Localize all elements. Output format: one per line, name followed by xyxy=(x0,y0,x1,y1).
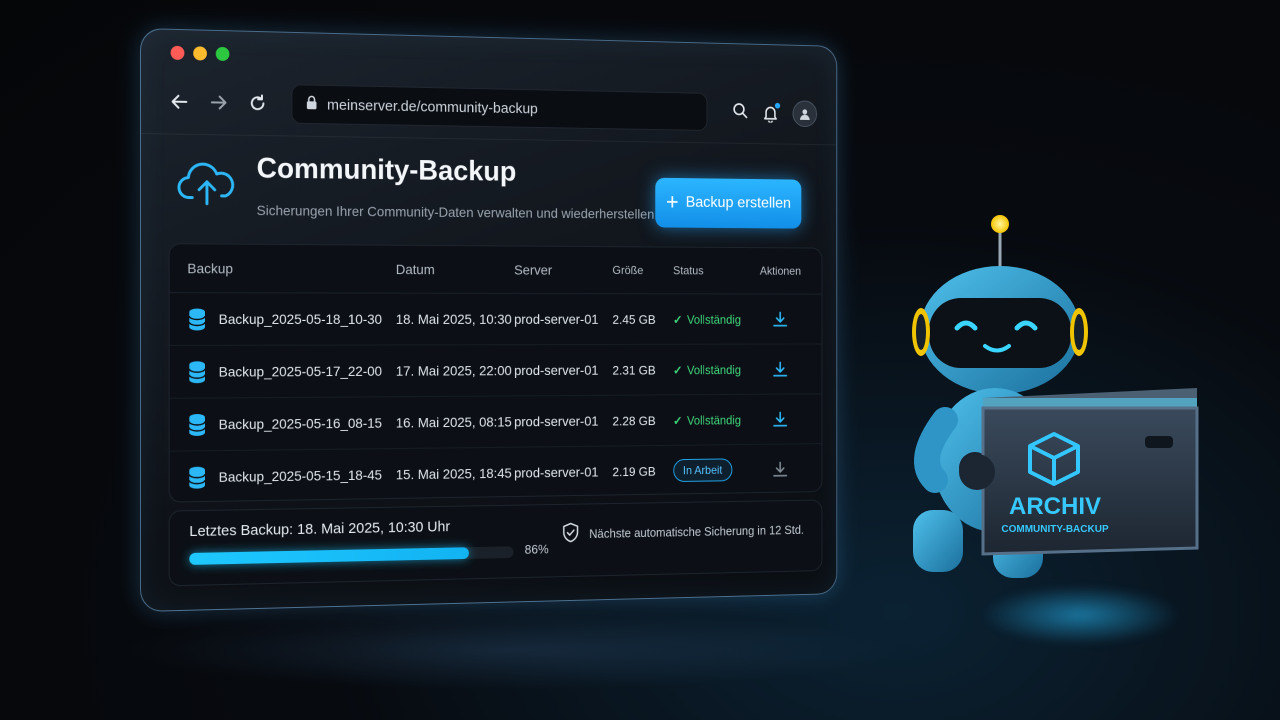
table-row[interactable]: Backup_2025-05-18_10-30 18. Mai 2025, 10… xyxy=(169,293,822,346)
backup-size: 2.28 GB xyxy=(612,413,656,428)
backup-server: prod-server-01 xyxy=(514,362,599,379)
backup-name: Backup_2025-05-17_22-00 xyxy=(218,363,383,380)
user-avatar-icon[interactable] xyxy=(792,100,818,128)
backup-name-cell: Backup_2025-05-17_22-00 xyxy=(187,359,395,384)
lock-icon xyxy=(306,95,318,114)
search-icon[interactable] xyxy=(732,101,748,123)
backup-status: ✓ Vollständig xyxy=(673,362,755,378)
download-button[interactable] xyxy=(755,460,806,478)
backup-date: 15. Mai 2025, 18:45 xyxy=(395,465,512,483)
download-icon xyxy=(773,461,789,478)
backup-server: prod-server-01 xyxy=(514,311,599,327)
download-button[interactable] xyxy=(755,410,806,427)
backup-status: ✓ Vollständig xyxy=(673,311,755,326)
create-backup-label: Backup erstellen xyxy=(685,194,791,212)
last-backup-text: Letztes Backup: 18. Mai 2025, 10:30 Uhr xyxy=(189,518,451,541)
backup-status: ✓ Vollständig xyxy=(673,412,755,428)
table-row[interactable]: Backup_2025-05-15_18-45 15. Mai 2025, 18… xyxy=(170,444,822,503)
status-badge: ✓ Vollständig xyxy=(673,364,741,378)
column-header-backup[interactable]: Backup xyxy=(187,260,395,277)
database-icon xyxy=(187,465,207,489)
backup-status-panel: Letztes Backup: 18. Mai 2025, 10:30 Uhr … xyxy=(168,499,823,587)
backup-date: 17. Mai 2025, 22:00 xyxy=(395,362,512,379)
column-header-status[interactable]: Status xyxy=(673,264,755,278)
table-row[interactable]: Backup_2025-05-16_08-15 16. Mai 2025, 08… xyxy=(169,394,822,452)
maximize-window-button[interactable] xyxy=(215,46,230,62)
backup-server: prod-server-01 xyxy=(514,463,599,481)
check-icon: ✓ xyxy=(673,363,683,378)
progress-bar xyxy=(189,546,514,565)
svg-text:ARCHIV: ARCHIV xyxy=(1009,493,1101,520)
backup-server: prod-server-01 xyxy=(514,413,599,430)
floor-reflection xyxy=(120,610,900,690)
back-arrow-icon[interactable] xyxy=(167,89,193,115)
reload-icon[interactable] xyxy=(245,90,270,116)
next-backup-text: Nächste automatische Sicherung in 12 Std… xyxy=(589,522,804,541)
backup-table: Backup Datum Server Größe Status Aktione… xyxy=(168,243,823,503)
check-icon: ✓ xyxy=(673,313,683,327)
column-header-date[interactable]: Datum xyxy=(396,261,514,277)
status-text: Vollständig xyxy=(686,313,741,327)
cloud-upload-icon xyxy=(177,158,238,213)
table-row[interactable]: Backup_2025-05-17_22-00 17. Mai 2025, 22… xyxy=(169,344,822,399)
progress-fill xyxy=(189,547,470,565)
database-icon xyxy=(187,360,207,384)
download-icon xyxy=(773,411,789,428)
status-badge: ✓ Vollständig xyxy=(673,414,741,428)
download-icon xyxy=(773,361,789,378)
backup-name-cell: Backup_2025-05-18_10-30 xyxy=(187,307,395,331)
crate-glow xyxy=(980,585,1180,645)
database-icon xyxy=(187,412,207,436)
backup-name: Backup_2025-05-15_18-45 xyxy=(218,466,383,485)
backup-size: 2.19 GB xyxy=(612,463,656,479)
status-text: Vollständig xyxy=(686,363,741,378)
status-badge: ✓ Vollständig xyxy=(673,313,741,326)
backup-name: Backup_2025-05-18_10-30 xyxy=(218,311,383,327)
download-button[interactable] xyxy=(755,311,806,328)
download-button[interactable] xyxy=(755,360,806,377)
browser-window: meinserver.de/community-backup Community… xyxy=(140,28,838,612)
toolbar-divider xyxy=(140,133,837,146)
window-controls xyxy=(170,45,230,62)
notification-dot xyxy=(774,102,781,109)
shield-check-icon xyxy=(562,522,580,546)
page-title: Community-Backup xyxy=(256,152,517,188)
close-window-button[interactable] xyxy=(170,45,185,61)
minimize-window-button[interactable] xyxy=(193,46,207,61)
page-header: Community-Backup Sicherungen Ihrer Commu… xyxy=(177,148,818,239)
bell-icon[interactable] xyxy=(763,102,781,123)
forward-arrow-icon[interactable] xyxy=(206,89,231,115)
download-icon xyxy=(773,311,789,328)
backup-size: 2.31 GB xyxy=(612,362,656,378)
backup-size: 2.45 GB xyxy=(612,311,656,327)
column-header-size[interactable]: Größe xyxy=(612,263,673,277)
browser-toolbar: meinserver.de/community-backup xyxy=(167,80,818,135)
create-backup-button[interactable]: + Backup erstellen xyxy=(655,177,802,229)
column-header-actions: Aktionen xyxy=(759,264,802,278)
backup-name-cell: Backup_2025-05-16_08-15 xyxy=(187,411,395,437)
svg-text:COMMUNITY-BACKUP: COMMUNITY-BACKUP xyxy=(1001,524,1109,535)
status-badge: In Arbeit xyxy=(673,458,733,483)
robot-mascot: ARCHIV COMMUNITY-BACKUP xyxy=(905,210,1205,590)
column-header-server[interactable]: Server xyxy=(514,262,612,278)
backup-date: 16. Mai 2025, 08:15 xyxy=(395,413,512,431)
backup-date: 18. Mai 2025, 10:30 xyxy=(395,311,512,327)
check-icon: ✓ xyxy=(673,414,683,428)
database-icon xyxy=(187,307,207,331)
backup-name-cell: Backup_2025-05-15_18-45 xyxy=(187,463,395,490)
status-text: Vollständig xyxy=(686,413,741,428)
progress-percent: 86% xyxy=(524,541,549,557)
url-text: meinserver.de/community-backup xyxy=(327,96,538,117)
backup-status: In Arbeit xyxy=(673,458,755,483)
backup-name: Backup_2025-05-16_08-15 xyxy=(218,414,383,433)
address-bar[interactable]: meinserver.de/community-backup xyxy=(291,84,708,131)
next-backup-info: Nächste automatische Sicherung in 12 Std… xyxy=(562,518,804,547)
page-subtitle: Sicherungen Ihrer Community-Daten verwal… xyxy=(256,202,658,222)
plus-icon: + xyxy=(665,189,679,216)
table-header: Backup Datum Server Größe Status Aktione… xyxy=(169,244,822,295)
